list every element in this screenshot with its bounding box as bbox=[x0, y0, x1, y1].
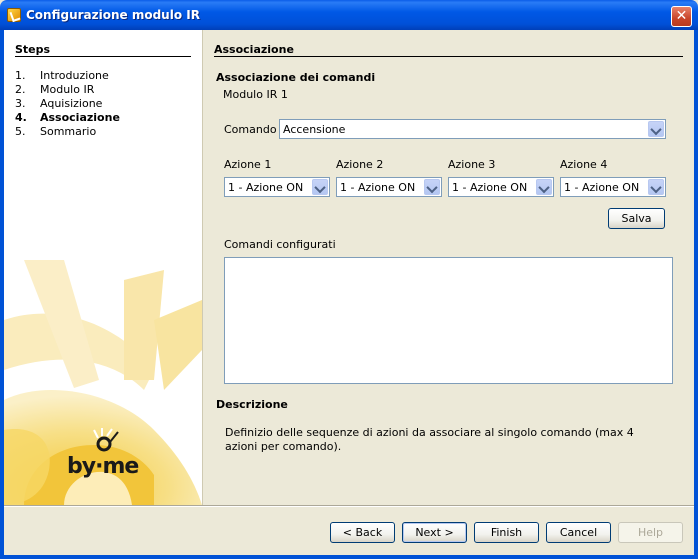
save-button[interactable]: Salva bbox=[608, 208, 665, 229]
action-3-label: Azione 3 bbox=[448, 158, 496, 171]
command-select-value: Accensione bbox=[283, 123, 346, 136]
step-item: 5. Sommario bbox=[15, 125, 97, 138]
chevron-down-icon[interactable] bbox=[312, 179, 328, 195]
back-button[interactable]: < Back bbox=[330, 522, 395, 543]
configured-commands-list[interactable] bbox=[224, 257, 673, 384]
chevron-down-icon[interactable] bbox=[424, 179, 440, 195]
page-title: Associazione bbox=[214, 43, 294, 56]
description-title: Descrizione bbox=[216, 398, 288, 411]
finish-button[interactable]: Finish bbox=[474, 522, 539, 543]
steps-panel: Steps 1. Introduzione 2. Modulo IR 3. Aquis… bbox=[4, 30, 202, 505]
step-item-current: 4. Associazione bbox=[15, 111, 120, 124]
action-1-value: 1 - Azione ON bbox=[228, 181, 304, 194]
steps-title: Steps bbox=[15, 43, 51, 56]
footer-divider-highlight bbox=[4, 506, 694, 507]
heading-divider bbox=[214, 56, 683, 57]
window-frame-right bbox=[694, 30, 698, 559]
action-4-label: Azione 4 bbox=[560, 158, 608, 171]
command-label: Comando bbox=[224, 123, 277, 136]
close-button[interactable]: ✕ bbox=[671, 6, 692, 27]
help-button[interactable]: Help bbox=[618, 522, 683, 543]
action-4-select[interactable]: 1 - Azione ON bbox=[560, 177, 666, 197]
action-4-value: 1 - Azione ON bbox=[564, 181, 640, 194]
action-2-label: Azione 2 bbox=[336, 158, 384, 171]
byme-logo: by·me bbox=[67, 454, 139, 479]
module-label: Modulo IR 1 bbox=[223, 88, 288, 101]
action-3-value: 1 - Azione ON bbox=[452, 181, 528, 194]
section-title: Associazione dei comandi bbox=[216, 71, 376, 84]
steps-list: 1. Introduzione 2. Modulo IR 3. Aquisizione… bbox=[15, 69, 120, 139]
step-item: 2. Modulo IR bbox=[15, 83, 95, 96]
app-icon bbox=[7, 8, 21, 22]
window-title: Configurazione modulo IR bbox=[26, 8, 200, 22]
cancel-button[interactable]: Cancel bbox=[546, 522, 611, 543]
command-select[interactable]: Accensione bbox=[279, 119, 666, 139]
action-2-value: 1 - Azione ON bbox=[340, 181, 416, 194]
action-3-select[interactable]: 1 - Azione ON bbox=[448, 177, 554, 197]
title-bar[interactable]: Configurazione modulo IR ✕ bbox=[0, 0, 698, 30]
step-item: 3. Aquisizione bbox=[15, 97, 103, 110]
action-1-select[interactable]: 1 - Azione ON bbox=[224, 177, 330, 197]
action-2-select[interactable]: 1 - Azione ON bbox=[336, 177, 442, 197]
chevron-down-icon[interactable] bbox=[536, 179, 552, 195]
description-text: Definizio delle sequenze di azioni da as… bbox=[225, 426, 634, 453]
action-1-label: Azione 1 bbox=[224, 158, 272, 171]
window-frame-bottom bbox=[0, 555, 698, 559]
configured-commands-label: Comandi configurati bbox=[224, 238, 336, 251]
chevron-down-icon[interactable] bbox=[648, 121, 664, 137]
content-panel: Associazione Associazione dei comandi Mo… bbox=[203, 30, 694, 505]
chevron-down-icon[interactable] bbox=[648, 179, 664, 195]
steps-divider bbox=[15, 56, 191, 57]
next-button[interactable]: Next > bbox=[402, 522, 467, 543]
logo-glyph-icon bbox=[93, 428, 119, 452]
step-item: 1. Introduzione bbox=[15, 69, 109, 82]
